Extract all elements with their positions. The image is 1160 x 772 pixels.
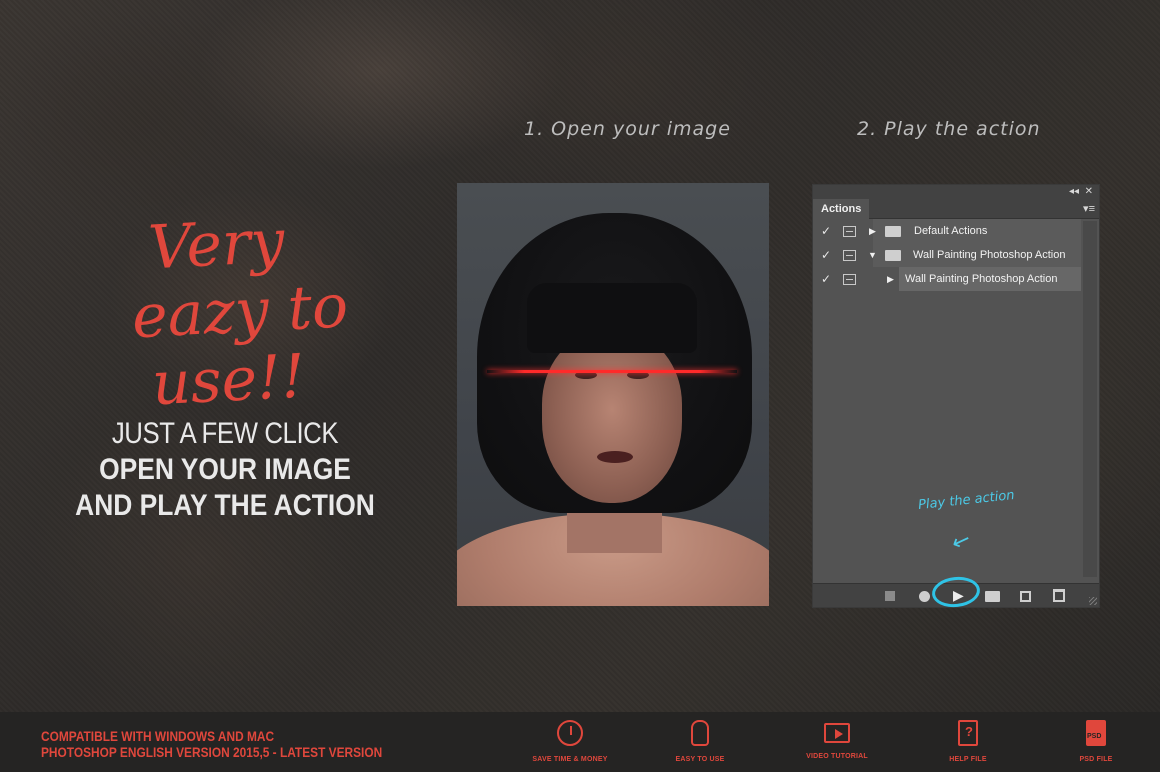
version-text: PHOTOSHOP ENGLISH VERSION 2015,5 - LATES… xyxy=(41,744,383,760)
checkmark-icon[interactable]: ✓ xyxy=(821,224,831,238)
folder-icon xyxy=(885,225,901,237)
action-set-label: Wall Painting Photoshop Action xyxy=(913,249,1066,261)
step-2-label: 2. Play the action xyxy=(857,118,1041,140)
record-icon[interactable] xyxy=(919,591,930,602)
resize-grip-icon[interactable] xyxy=(1089,597,1097,605)
promo-line-1: JUST A FEW CLICK xyxy=(111,417,339,450)
checkmark-icon[interactable]: ✓ xyxy=(821,272,831,286)
psd-file-icon xyxy=(1086,720,1106,746)
expand-arrow-icon[interactable]: ▶ xyxy=(869,226,876,237)
feature-easy-to-use: EASY TO USE xyxy=(645,720,755,763)
panel-tab-bar: Actions ▾≡ xyxy=(813,199,1099,219)
action-set-row[interactable]: ✓ ▼ Wall Painting Photoshop Action xyxy=(813,243,1099,267)
double-chevron-left-icon[interactable]: ◂◂ xyxy=(1069,185,1079,199)
new-action-icon[interactable] xyxy=(1020,591,1031,602)
footer-bar: COMPATIBLE WITH WINDOWS AND MAC PHOTOSHO… xyxy=(0,712,1160,772)
dialog-toggle-icon[interactable] xyxy=(843,225,856,237)
actions-list: ✓ ▶ Default Actions ✓ ▼ Wall Painting Ph… xyxy=(813,219,1099,291)
feature-label: PSD FILE xyxy=(1079,756,1113,763)
panel-menu-icon[interactable]: ▾≡ xyxy=(1083,202,1095,215)
feature-label: HELP FILE xyxy=(949,756,987,763)
dialog-toggle-icon[interactable] xyxy=(843,249,856,261)
folder-icon xyxy=(885,249,901,261)
close-icon[interactable]: ✕ xyxy=(1085,185,1093,199)
red-laser-line xyxy=(487,370,737,373)
trash-icon[interactable] xyxy=(1053,589,1065,602)
new-set-icon[interactable] xyxy=(985,591,1000,602)
help-file-icon xyxy=(958,720,978,746)
panel-title-bar: ◂◂ ✕ xyxy=(813,185,1099,199)
headline: Very eazy to use!! xyxy=(85,203,385,422)
portrait-photo xyxy=(457,183,769,606)
action-set-label: Default Actions xyxy=(914,225,988,237)
action-label: Wall Painting Photoshop Action xyxy=(905,273,1058,285)
promo-text: JUST A FEW CLICK OPEN YOUR IMAGE AND PLA… xyxy=(50,416,400,524)
dialog-toggle-icon[interactable] xyxy=(843,273,856,285)
video-icon xyxy=(824,723,850,743)
action-set-row[interactable]: ✓ ▶ Default Actions xyxy=(813,219,1099,243)
feature-label: EASY TO USE xyxy=(675,756,725,763)
panel-scrollbar[interactable] xyxy=(1083,221,1097,577)
action-row-selected[interactable]: ✓ ▶ Wall Painting Photoshop Action xyxy=(813,267,1099,291)
tab-actions[interactable]: Actions xyxy=(813,199,870,219)
promo-line-2: OPEN YOUR IMAGE xyxy=(99,453,351,486)
compatibility-text: COMPATIBLE WITH WINDOWS AND MAC xyxy=(41,728,275,744)
headline-line-2: eazy to xyxy=(130,271,350,353)
photo-lips xyxy=(597,451,633,463)
step-1-label: 1. Open your image xyxy=(524,118,731,140)
hand-click-icon xyxy=(691,720,709,746)
promo-line-3: AND PLAY THE ACTION xyxy=(75,489,375,522)
checkmark-icon[interactable]: ✓ xyxy=(821,248,831,262)
feature-video-tutorial: VIDEO TUTORIAL xyxy=(782,720,892,760)
feature-help-file: HELP FILE xyxy=(913,720,1023,763)
feature-label: VIDEO TUTORIAL xyxy=(806,753,868,760)
feature-save-time: SAVE TIME & MONEY xyxy=(515,720,625,763)
collapse-arrow-icon[interactable]: ▼ xyxy=(868,250,877,260)
clock-money-icon xyxy=(557,720,583,746)
photo-face xyxy=(542,333,682,503)
photo-bangs xyxy=(527,283,697,353)
feature-psd-file: PSD FILE xyxy=(1041,720,1151,763)
expand-arrow-icon[interactable]: ▶ xyxy=(887,274,894,285)
feature-label: SAVE TIME & MONEY xyxy=(532,756,608,763)
stop-icon[interactable] xyxy=(885,591,895,601)
